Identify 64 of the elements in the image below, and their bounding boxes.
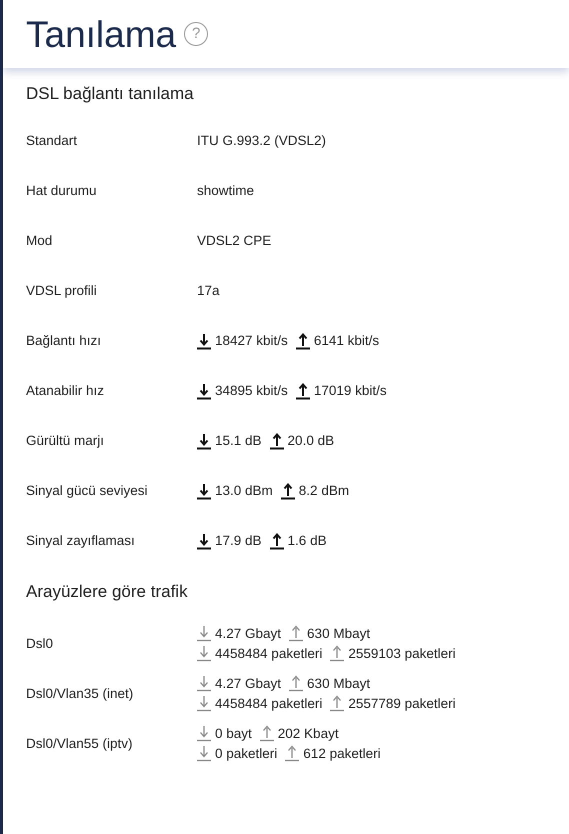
upload-icon <box>330 645 344 662</box>
upload-value: 20.0 dB <box>288 432 334 450</box>
upload-value: 630 Mbayt <box>307 674 370 693</box>
upload-value: 2557789 paketleri <box>348 694 456 713</box>
interface-label: Dsl0/Vlan35 (inet) <box>26 684 134 703</box>
upload-icon <box>280 482 295 500</box>
upload-value: 8.2 dBm <box>298 482 350 500</box>
upload-value: 630 Mbayt <box>307 624 370 643</box>
field-label: Mod <box>26 232 54 250</box>
field-value: ITU G.993.2 (VDSL2) <box>197 132 326 150</box>
download-icon <box>197 625 211 642</box>
download-value: 0 paketleri <box>215 744 278 763</box>
download-value: 4.27 Gbayt <box>215 674 282 693</box>
download-icon <box>197 675 211 692</box>
download-value: 18427 kbit/s <box>215 332 288 350</box>
upload-value: 17019 kbit/s <box>314 382 387 400</box>
upload-icon <box>289 675 304 692</box>
upload-icon <box>260 725 274 742</box>
download-value: 17.9 dB <box>215 532 262 550</box>
field-label: Sinyal gücü seviyesi <box>26 482 149 500</box>
download-icon <box>197 432 211 450</box>
download-value: 4458484 paketleri <box>215 694 322 713</box>
interface-label: Dsl0/Vlan55 (iptv) <box>26 734 134 753</box>
upload-icon <box>270 432 284 450</box>
field-value: VDSL2 CPE <box>197 232 272 250</box>
download-icon <box>197 482 211 500</box>
download-value: 34895 kbit/s <box>215 382 288 400</box>
upload-icon <box>330 695 344 712</box>
field-label: Gürültü marjı <box>26 432 106 450</box>
upload-value: 6141 kbit/s <box>314 332 380 350</box>
upload-icon <box>270 532 284 550</box>
download-icon <box>197 332 211 350</box>
upload-icon <box>285 745 300 762</box>
field-value: showtime <box>197 182 254 200</box>
download-value: 15.1 dB <box>215 432 262 450</box>
download-value: 4.27 Gbayt <box>215 624 282 643</box>
upload-value: 612 paketleri <box>303 744 381 763</box>
help-icon[interactable]: ? <box>184 22 208 46</box>
download-icon <box>197 645 211 662</box>
interface-label: Dsl0 <box>26 634 54 653</box>
section-heading: DSL bağlantı tanılama <box>26 84 195 105</box>
field-label: Sinyal zayıflaması <box>26 532 136 550</box>
field-label: Bağlantı hızı <box>26 332 102 350</box>
download-icon <box>197 725 211 742</box>
download-icon <box>197 695 211 712</box>
upload-value: 202 Kbayt <box>278 724 339 743</box>
field-label: Atanabilir hız <box>26 382 106 400</box>
download-icon <box>197 745 211 762</box>
field-label: VDSL profili <box>26 282 98 300</box>
download-value: 0 bayt <box>215 724 252 743</box>
field-label: Standart <box>26 132 78 150</box>
upload-icon <box>296 382 310 400</box>
download-icon <box>197 532 211 550</box>
download-value: 13.0 dBm <box>215 482 273 500</box>
upload-icon <box>289 625 304 642</box>
upload-icon <box>296 332 310 350</box>
upload-value: 2559103 paketleri <box>348 644 456 663</box>
upload-value: 1.6 dB <box>288 532 327 550</box>
section-heading: Arayüzlere göre trafik <box>26 582 189 603</box>
download-icon <box>197 382 211 400</box>
page-title: Tanılama <box>26 16 176 52</box>
field-label: Hat durumu <box>26 182 98 200</box>
field-value: 17a <box>197 282 220 300</box>
download-value: 4458484 paketleri <box>215 644 322 663</box>
